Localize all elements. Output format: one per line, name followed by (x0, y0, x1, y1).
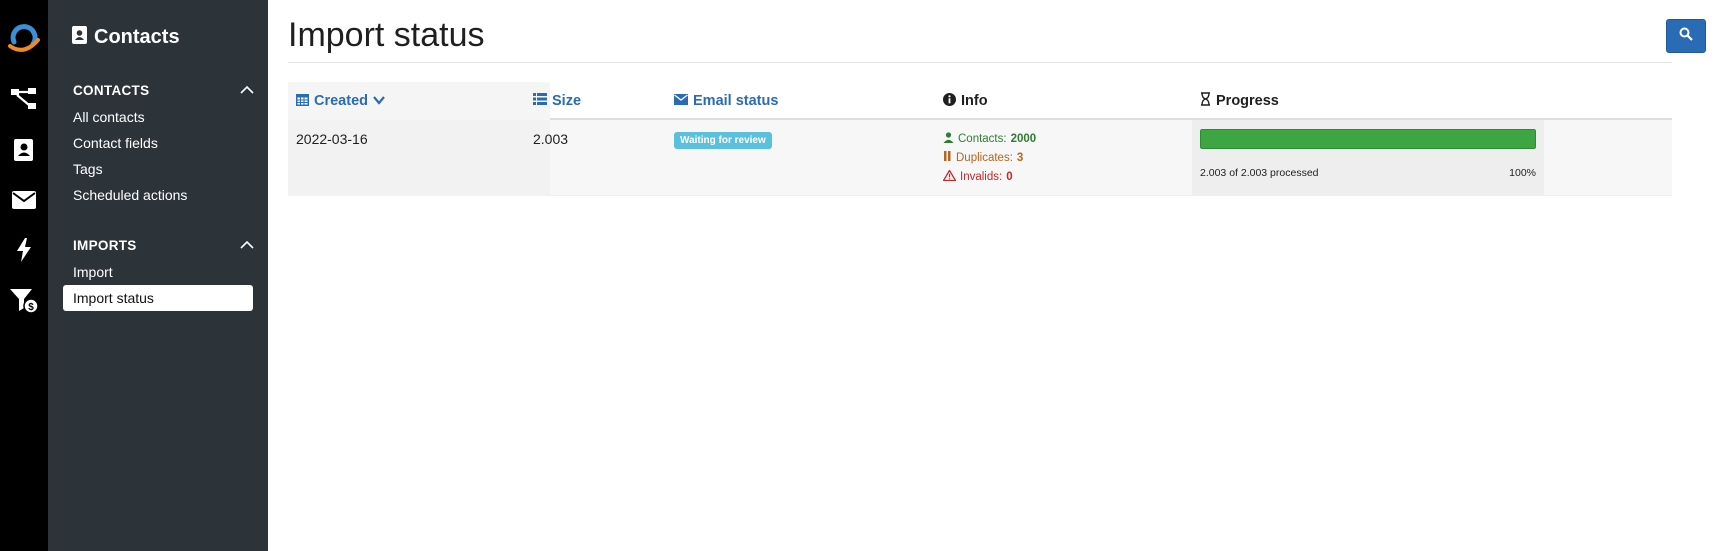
section-label: IMPORTS (73, 237, 137, 253)
size-value: 2.003 (533, 131, 569, 147)
contacts-icon[interactable] (8, 134, 40, 166)
logo-icon[interactable] (6, 20, 42, 56)
calendar-icon (296, 93, 309, 110)
sidebar-section-imports: IMPORTS Import Import status (48, 234, 268, 311)
sidebar: Contacts CONTACTS All contacts Contact f… (48, 0, 268, 551)
warning-icon (942, 169, 957, 184)
column-label: Size (552, 93, 582, 109)
filter-dollar-icon[interactable]: $ (8, 285, 40, 317)
column-label: Info (961, 93, 988, 109)
cell-created: 2022-03-16 (288, 120, 550, 196)
chevron-up-icon (240, 236, 254, 254)
sidebar-item-import-status[interactable]: Import status (63, 285, 253, 311)
cell-progress: 2.003 of 2.003 processed 100% (1192, 120, 1544, 196)
hourglass-icon (1200, 92, 1211, 110)
cell-size: 2.003 (525, 120, 665, 196)
sidebar-item-import[interactable]: Import (63, 259, 253, 285)
cell-email-status: Waiting for review (666, 120, 926, 196)
user-icon (943, 132, 954, 146)
icon-rail: $ (0, 0, 48, 551)
info-label: Invalids: (960, 171, 1003, 183)
svg-text:$: $ (28, 302, 34, 313)
search-icon (1679, 27, 1693, 46)
list-icon (533, 93, 547, 109)
info-value: 2000 (1010, 133, 1037, 145)
info-label: Duplicates: (956, 151, 1013, 164)
column-header-created[interactable]: Created (288, 82, 385, 120)
info-contacts: Contacts: 2000 (943, 132, 1036, 146)
column-label: Email status (693, 93, 779, 109)
page-title: Import status (288, 16, 485, 54)
progress-bar (1200, 129, 1536, 149)
table-row[interactable]: 2022-03-16 2.003 Waiting for review Cont… (288, 120, 1672, 196)
column-label: Created (314, 93, 368, 109)
app-root: $ Contacts CONTACTS All contacts Contact… (0, 0, 1720, 551)
column-header-progress: Progress (1192, 82, 1279, 120)
info-label: Contacts: (958, 133, 1007, 145)
lightning-icon[interactable] (8, 234, 40, 266)
sidebar-title: Contacts (94, 26, 180, 48)
info-invalids: Invalids: 0 (942, 169, 1013, 184)
cell-info: Contacts: 2000 Duplicates: 3 Invalids: 0 (935, 120, 1185, 196)
info-value: 0 (1006, 171, 1013, 183)
flow-icon[interactable] (8, 83, 40, 115)
sidebar-item-tags[interactable]: Tags (63, 156, 253, 182)
info-value: 3 (1016, 151, 1024, 164)
pause-icon (943, 151, 952, 164)
sidebar-item-scheduled-actions[interactable]: Scheduled actions (63, 182, 253, 208)
sidebar-item-contact-fields[interactable]: Contact fields (63, 130, 253, 156)
sidebar-item-all-contacts[interactable]: All contacts (63, 104, 253, 130)
main-content: Import status Created Size Email status … (268, 0, 1720, 551)
progress-container: 2.003 of 2.003 processed 100% (1192, 120, 1544, 196)
table-header: Created Size Email status Info Progress (288, 82, 1672, 120)
contacts-book-icon (72, 26, 88, 49)
status-badge: Waiting for review (674, 132, 772, 149)
column-header-email-status[interactable]: Email status (666, 82, 778, 120)
sidebar-section-contacts: CONTACTS All contacts Contact fields Tag… (48, 79, 268, 208)
chevron-down-icon (373, 93, 385, 109)
email-icon[interactable] (8, 184, 40, 216)
column-header-info: Info (935, 82, 988, 120)
progress-fill (1200, 129, 1536, 149)
progress-label: 2.003 of 2.003 processed (1200, 167, 1319, 179)
envelope-icon (674, 93, 688, 109)
progress-percent: 100% (1509, 167, 1536, 179)
column-label: Progress (1216, 93, 1279, 109)
search-button[interactable] (1666, 19, 1706, 53)
section-toggle-contacts[interactable]: CONTACTS (48, 79, 268, 101)
chevron-up-icon (240, 81, 254, 99)
divider (288, 62, 1672, 63)
created-date: 2022-03-16 (296, 131, 368, 147)
section-toggle-imports[interactable]: IMPORTS (48, 234, 268, 256)
sidebar-header: Contacts (72, 26, 180, 49)
import-status-table: Created Size Email status Info Progress … (288, 82, 1672, 196)
column-header-size[interactable]: Size (525, 82, 581, 120)
section-label: CONTACTS (73, 82, 150, 98)
info-icon (943, 92, 956, 110)
info-duplicates: Duplicates: 3 (943, 151, 1023, 164)
